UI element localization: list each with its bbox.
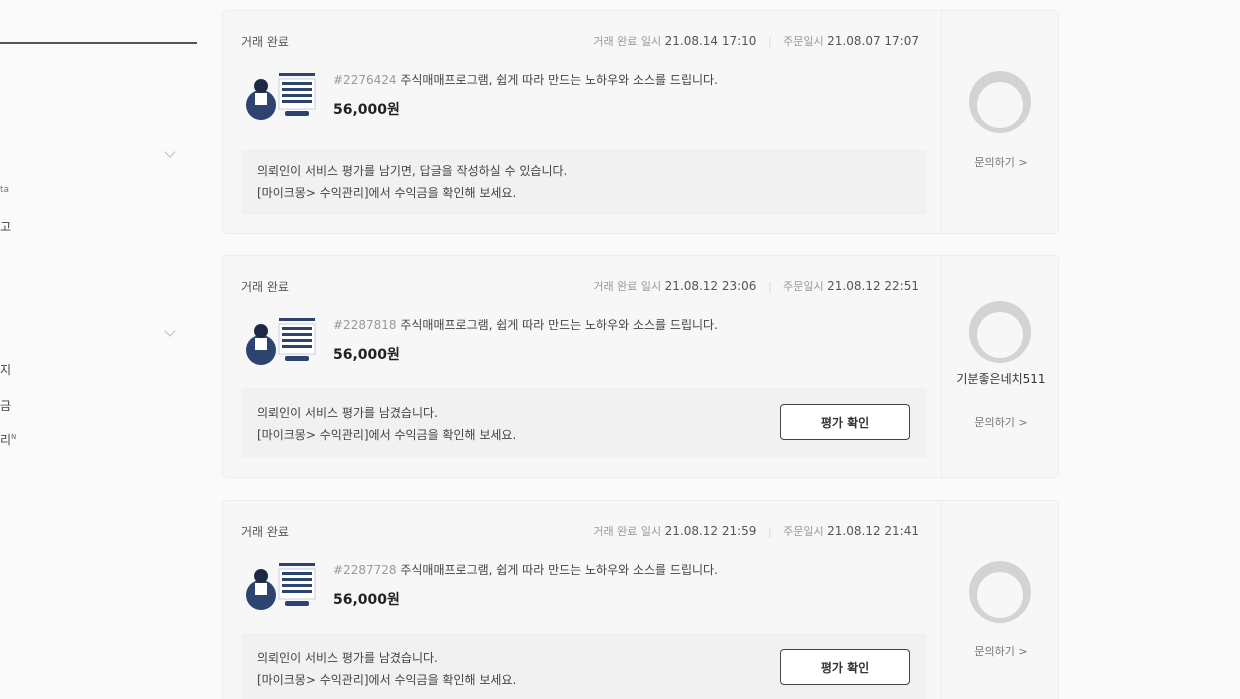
order-dates: 거래 완료 일시 21.08.12 21:59 | 주문일시 21.08.12 …: [593, 523, 919, 539]
order-card: 거래 완료 거래 완료 일시 21.08.12 21:59 | 주문일시 21.…: [222, 500, 1059, 699]
notice-line-1: 의뢰인이 서비스 평가를 남겼습니다.: [257, 651, 438, 665]
notice-line-2: [마이크몽> 수익관리]에서 수익금을 확인해 보세요.: [257, 186, 517, 200]
seller-panel: 문의하기 >: [941, 501, 1059, 699]
notice-line-1: 의뢰인이 서비스 평가를 남겼습니다.: [257, 406, 438, 420]
order-number: #2287728: [333, 563, 397, 577]
seller-panel: 기분좋은네치511 문의하기 >: [941, 256, 1059, 477]
order-status: 거래 완료: [241, 525, 289, 539]
sidebar-fragment[interactable]: 고: [0, 218, 11, 235]
service-title[interactable]: #2276424 주식매매프로그램, 쉽게 따라 만드는 노하우와 소스를 드립…: [333, 71, 718, 88]
complete-date-label: 거래 완료 일시: [593, 525, 662, 538]
date-separator: |: [767, 525, 772, 538]
order-date: 21.08.12 22:51: [827, 279, 919, 293]
notice-line-2: [마이크몽> 수익관리]에서 수익금을 확인해 보세요.: [257, 428, 517, 442]
complete-date: 21.08.14 17:10: [664, 34, 757, 48]
avatar[interactable]: [969, 71, 1031, 133]
notice-box: 의뢰인이 서비스 평가를 남겼습니다. [마이크몽> 수익관리]에서 수익금을 …: [241, 388, 927, 458]
inquiry-link[interactable]: 문의하기 >: [942, 643, 1060, 659]
service-title-text: 주식매매프로그램, 쉽게 따라 만드는 노하우와 소스를 드립니다.: [400, 563, 718, 577]
order-dates: 거래 완료 일시 21.08.12 23:06 | 주문일시 21.08.12 …: [593, 278, 919, 294]
notice-line-1: 의뢰인이 서비스 평가를 남기면, 답글을 작성하실 수 있습니다.: [257, 164, 568, 178]
chevron-down-icon[interactable]: [164, 146, 176, 158]
sidebar-fragment[interactable]: 지: [0, 361, 11, 378]
complete-date-label: 거래 완료 일시: [593, 280, 662, 293]
sidebar: ta 고 지 금 리N: [0, 0, 200, 699]
new-badge: N: [11, 433, 17, 441]
avatar[interactable]: [969, 561, 1031, 623]
review-check-button[interactable]: 평가 확인: [780, 649, 910, 685]
order-status: 거래 완료: [241, 280, 289, 294]
seller-name[interactable]: 기분좋은네치511: [948, 371, 1054, 388]
complete-date: 21.08.12 21:59: [664, 524, 757, 538]
service-title[interactable]: #2287728 주식매매프로그램, 쉽게 따라 만드는 노하우와 소스를 드립…: [333, 561, 718, 578]
notice-line-2: [마이크몽> 수익관리]에서 수익금을 확인해 보세요.: [257, 673, 517, 687]
order-price: 56,000원: [333, 102, 400, 118]
service-title-text: 주식매매프로그램, 쉽게 따라 만드는 노하우와 소스를 드립니다.: [400, 73, 718, 87]
order-date-label: 주문일시: [783, 35, 824, 48]
service-thumbnail[interactable]: [245, 67, 317, 123]
avatar[interactable]: [969, 301, 1031, 363]
date-separator: |: [767, 280, 772, 293]
sidebar-fragment[interactable]: ta: [0, 185, 9, 195]
order-card: 거래 완료 거래 완료 일시 21.08.14 17:10 | 주문일시 21.…: [222, 10, 1059, 234]
order-date: 21.08.07 17:07: [827, 34, 919, 48]
order-price: 56,000원: [333, 592, 400, 608]
date-separator: |: [767, 35, 772, 48]
sidebar-fragment[interactable]: 금: [0, 397, 11, 414]
complete-date: 21.08.12 23:06: [664, 279, 757, 293]
order-dates: 거래 완료 일시 21.08.14 17:10 | 주문일시 21.08.07 …: [593, 33, 919, 49]
service-title[interactable]: #2287818 주식매매프로그램, 쉽게 따라 만드는 노하우와 소스를 드립…: [333, 316, 718, 333]
chevron-down-icon[interactable]: [164, 325, 176, 337]
inquiry-link[interactable]: 문의하기 >: [942, 414, 1060, 430]
order-date-label: 주문일시: [783, 525, 824, 538]
order-number: #2287818: [333, 318, 397, 332]
order-date: 21.08.12 21:41: [827, 524, 919, 538]
seller-panel: 문의하기 >: [941, 11, 1059, 233]
complete-date-label: 거래 완료 일시: [593, 35, 662, 48]
order-price: 56,000원: [333, 347, 400, 363]
order-number: #2276424: [333, 73, 397, 87]
order-date-label: 주문일시: [783, 280, 824, 293]
sidebar-divider: [0, 42, 197, 44]
service-title-text: 주식매매프로그램, 쉽게 따라 만드는 노하우와 소스를 드립니다.: [400, 318, 718, 332]
sidebar-fragment[interactable]: 리N: [0, 431, 16, 448]
sidebar-fragment-label: 리: [0, 433, 12, 447]
service-thumbnail[interactable]: [245, 312, 317, 368]
notice-box: 의뢰인이 서비스 평가를 남기면, 답글을 작성하실 수 있습니다. [마이크몽…: [241, 149, 927, 215]
notice-box: 의뢰인이 서비스 평가를 남겼습니다. [마이크몽> 수익관리]에서 수익금을 …: [241, 633, 927, 699]
service-thumbnail[interactable]: [245, 557, 317, 613]
order-status: 거래 완료: [241, 35, 289, 49]
inquiry-link[interactable]: 문의하기 >: [942, 154, 1060, 170]
order-card: 거래 완료 거래 완료 일시 21.08.12 23:06 | 주문일시 21.…: [222, 255, 1059, 478]
review-check-button[interactable]: 평가 확인: [780, 404, 910, 440]
